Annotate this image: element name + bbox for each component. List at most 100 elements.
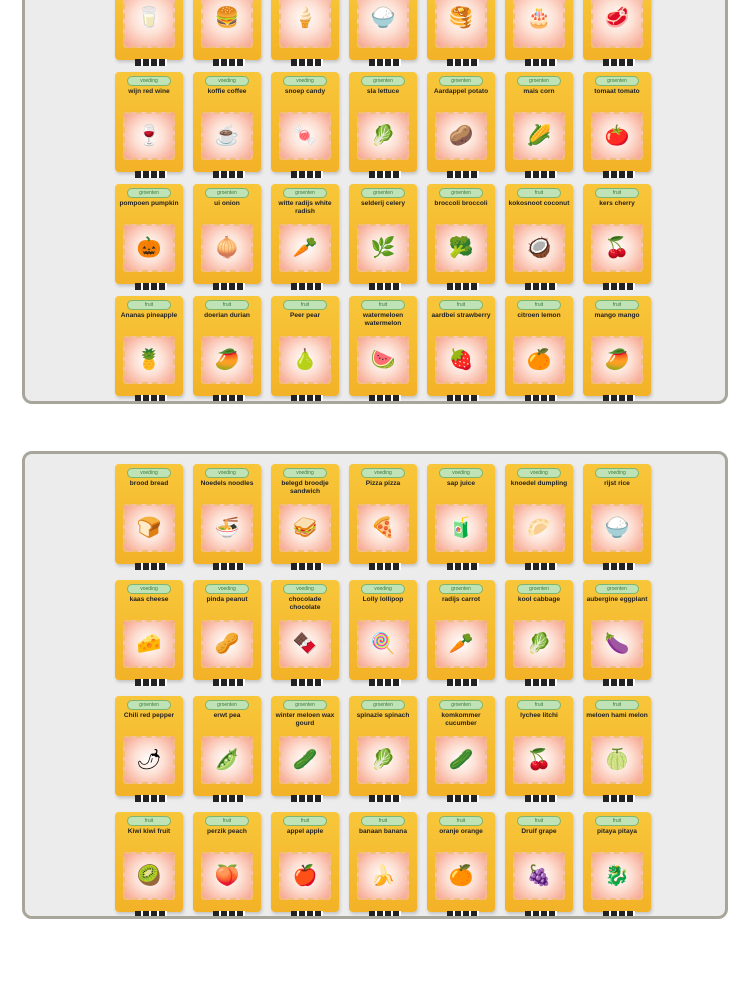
- card-word: Kiwi kiwi fruit: [127, 828, 171, 835]
- flashcard: groenten komkommer cucumber 🥒: [427, 696, 495, 802]
- card-category-banner: groenten: [283, 188, 327, 198]
- card-category-banner: fruit: [517, 700, 561, 710]
- card-category-banner: voeding: [283, 468, 327, 478]
- card-word: sap juice: [446, 480, 476, 487]
- flashcard: 🥛: [115, 0, 183, 66]
- card-word: chocolade chocolate: [288, 596, 322, 611]
- card-picture-icon: 🎃: [123, 224, 175, 272]
- card-picture-icon: 🧀: [123, 620, 175, 668]
- card-clip-tab: [369, 59, 401, 66]
- card-category-banner: fruit: [361, 816, 405, 826]
- card-category-banner: fruit: [205, 300, 249, 310]
- card-category-banner: groenten: [127, 700, 171, 710]
- card-picture-icon: 🥭: [591, 336, 643, 384]
- card-category-banner: voeding: [205, 76, 249, 86]
- flashcard: fruit Druif grape 🍇: [505, 812, 573, 916]
- card-category-banner: fruit: [361, 300, 405, 310]
- flashcard: fruit kers cherry 🍒: [583, 184, 651, 290]
- card-clip-tab: [369, 283, 401, 290]
- card-category-banner: voeding: [283, 76, 327, 86]
- card-category-banner: fruit: [439, 816, 483, 826]
- flashcard: groenten winter meloen wax gourd 🥒: [271, 696, 339, 802]
- card-picture-icon: 🍑: [201, 852, 253, 900]
- card-picture-icon: 🥛: [123, 0, 175, 48]
- card-word: kers cherry: [599, 200, 635, 207]
- card-picture-icon: 🥟: [513, 504, 565, 552]
- card-word: aubergine eggplant: [586, 596, 648, 603]
- card-picture-icon: 🧃: [435, 504, 487, 552]
- card-word: aardbei strawberry: [431, 312, 491, 319]
- flashcard: groenten sla lettuce 🥬: [349, 72, 417, 178]
- flashcard: groenten ui onion 🧅: [193, 184, 261, 290]
- card-picture-icon: 🍒: [591, 224, 643, 272]
- card-word: rijst rice: [604, 480, 630, 487]
- card-word: belegd broodje sandwich: [281, 480, 329, 495]
- flashcard: voeding sap juice 🧃: [427, 464, 495, 570]
- card-clip-tab: [135, 795, 167, 802]
- flashcard: voeding belegd broodje sandwich 🥪: [271, 464, 339, 570]
- flashcard: groenten Aardappel potato 🥔: [427, 72, 495, 178]
- card-category-banner: groenten: [517, 76, 561, 86]
- card-word: selderij celery: [361, 200, 405, 207]
- card-clip-tab: [369, 911, 401, 916]
- card-picture-icon: 🥬: [357, 112, 409, 160]
- flashcard: fruit kokosnoot coconut 🥥: [505, 184, 573, 290]
- flashcard: fruit pitaya pitaya 🐉: [583, 812, 651, 916]
- card-word: komkommer cucumber: [441, 712, 481, 727]
- card-clip-tab: [369, 563, 401, 570]
- card-clip-tab: [603, 679, 635, 686]
- card-category-banner: groenten: [361, 700, 405, 710]
- card-word: kokosnoot coconut: [508, 200, 570, 207]
- card-clip-tab: [291, 283, 323, 290]
- card-word: witte radijs white radish: [278, 200, 332, 215]
- card-picture-icon: 🥒: [435, 736, 487, 784]
- card-picture-icon: 🥞: [435, 0, 487, 48]
- flashcard: groenten pompoen pumpkin 🎃: [115, 184, 183, 290]
- card-picture-icon: 🍔: [201, 0, 253, 48]
- card-picture-icon: 🍉: [357, 336, 409, 384]
- card-picture-icon: 🍚: [357, 0, 409, 48]
- card-category-banner: voeding: [205, 468, 249, 478]
- card-clip-tab: [135, 911, 167, 916]
- card-word: perzik peach: [207, 828, 247, 835]
- card-category-banner: fruit: [127, 300, 171, 310]
- flashcard: voeding knoedel dumpling 🥟: [505, 464, 573, 570]
- card-clip-tab: [525, 795, 557, 802]
- card-category-banner: groenten: [439, 700, 483, 710]
- card-category-banner: groenten: [517, 584, 561, 594]
- card-picture-icon: 🥕: [279, 224, 331, 272]
- card-picture-icon: 🥝: [123, 852, 175, 900]
- card-clip-tab: [603, 171, 635, 178]
- flashcard: voeding Lolly lollipop 🍭: [349, 580, 417, 686]
- card-word: spinazie spinach: [356, 712, 410, 719]
- card-picture-icon: 🥔: [435, 112, 487, 160]
- flashcard: groenten Chili red pepper 🌶: [115, 696, 183, 802]
- card-clip-tab: [447, 395, 479, 401]
- card-picture-icon: 🌶: [123, 736, 175, 784]
- card-category-banner: groenten: [361, 76, 405, 86]
- card-category-banner: groenten: [439, 188, 483, 198]
- flashcard: voeding Pizza pizza 🍕: [349, 464, 417, 570]
- card-picture-icon: 🥒: [279, 736, 331, 784]
- card-word: kool cabbage: [517, 596, 561, 603]
- card-word: meloen hami melon: [586, 712, 648, 719]
- card-clip-tab: [213, 395, 245, 401]
- card-word: Ananas pineapple: [120, 312, 178, 319]
- card-picture-icon: 🥦: [435, 224, 487, 272]
- card-picture-icon: 🍇: [513, 852, 565, 900]
- card-clip-tab: [447, 679, 479, 686]
- card-picture-icon: 🍭: [357, 620, 409, 668]
- flashcard: 🍚: [349, 0, 417, 66]
- card-category-banner: voeding: [361, 584, 405, 594]
- card-picture-icon: 🍒: [513, 736, 565, 784]
- card-clip-tab: [525, 283, 557, 290]
- flashcard: voeding snoep candy 🍬: [271, 72, 339, 178]
- card-clip-tab: [369, 395, 401, 401]
- flashcard: fruit oranje orange 🍊: [427, 812, 495, 916]
- flashcard: voeding rijst rice 🍚: [583, 464, 651, 570]
- card-clip-tab: [213, 911, 245, 916]
- flashcard: voeding kaas cheese 🧀: [115, 580, 183, 686]
- flashcard: fruit doerian durian 🥭: [193, 296, 261, 401]
- card-picture-icon: 🍈: [591, 736, 643, 784]
- flashcard: 🍔: [193, 0, 261, 66]
